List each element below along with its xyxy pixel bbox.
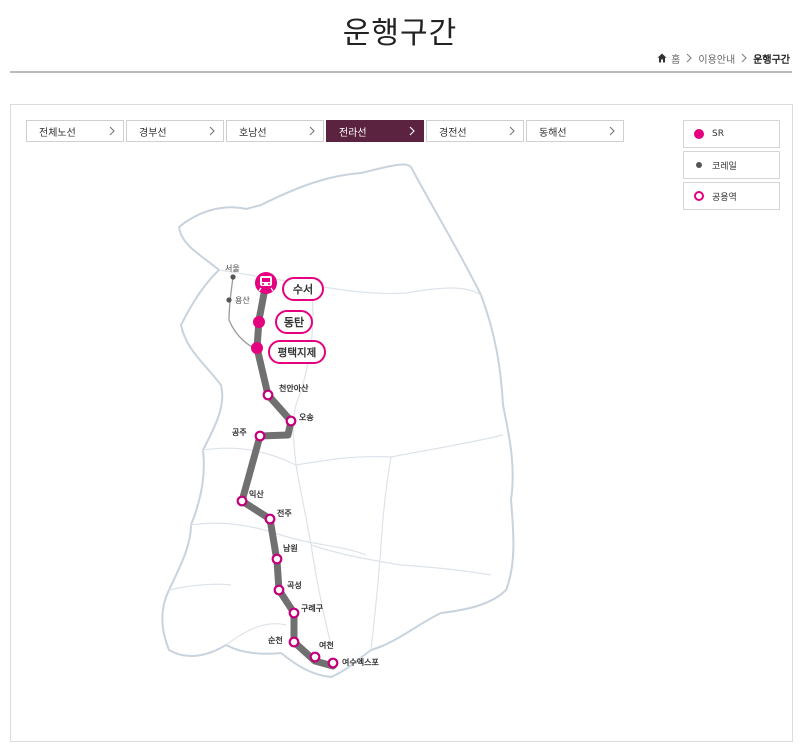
korail-station-dot bbox=[226, 297, 232, 303]
route-panel: 전체노선 경부선 호남선 전라선 경전선 동해선 SR 코레일 공용역 서울 용… bbox=[10, 104, 793, 742]
shared-station-guryegu[interactable] bbox=[288, 607, 300, 619]
shared-station-osong[interactable] bbox=[285, 415, 297, 427]
page-title: 운행구간 bbox=[342, 16, 458, 51]
route-map: 서울 용산 수서 동탄 평택지제 천안아산 오송 공주 익산 전주 남원 곡성 … bbox=[161, 163, 515, 678]
breadcrumb-home[interactable]: 홈 bbox=[671, 51, 680, 66]
shared-station-gongju[interactable] bbox=[254, 430, 266, 442]
breadcrumb-usage-guide[interactable]: 이용안내 bbox=[698, 51, 735, 66]
station-label-iksan: 익산 bbox=[249, 489, 264, 499]
station-label-jeonju: 전주 bbox=[277, 508, 292, 518]
breadcrumb: 홈 이용안내 운행구간 bbox=[657, 50, 790, 66]
home-icon[interactable] bbox=[657, 53, 667, 63]
station-label-yeosu-expo: 여수엑스포 bbox=[342, 657, 379, 667]
station-label-yeocheon: 여천 bbox=[319, 640, 334, 650]
station-label: 평택지제 bbox=[278, 346, 317, 359]
korail-station-label-seoul: 서울 bbox=[225, 264, 240, 273]
shared-station-jeonju[interactable] bbox=[264, 513, 276, 525]
station-label-gongju: 공주 bbox=[232, 428, 247, 437]
title-divider bbox=[10, 71, 792, 73]
station-label-osong: 오송 bbox=[299, 412, 314, 422]
shared-station-iksan[interactable] bbox=[236, 495, 248, 507]
map-outline bbox=[161, 163, 515, 678]
chevron-right-icon bbox=[686, 53, 693, 63]
station-label-cheonan-asan: 천안아산 bbox=[279, 383, 309, 393]
shared-station-yeosu-expo[interactable] bbox=[327, 657, 339, 669]
shared-station-gokseong[interactable] bbox=[273, 584, 285, 596]
shared-station-namwon[interactable] bbox=[271, 553, 283, 565]
station-label: 동탄 bbox=[284, 315, 304, 329]
station-label-guryegu: 구례구 bbox=[301, 603, 324, 613]
station-label-namwon: 남원 bbox=[283, 543, 298, 553]
shared-station-yeocheon[interactable] bbox=[309, 651, 321, 663]
breadcrumb-current: 운행구간 bbox=[753, 54, 790, 66]
korail-station-dot bbox=[230, 274, 236, 280]
korail-station-label-yongsan: 용산 bbox=[235, 295, 250, 305]
shared-station-suncheon[interactable] bbox=[288, 636, 300, 648]
station-label-suncheon: 순천 bbox=[268, 635, 283, 645]
shared-station-cheonan-asan[interactable] bbox=[262, 389, 274, 401]
chevron-right-icon bbox=[741, 53, 748, 63]
station-label-gokseong: 곡성 bbox=[287, 580, 302, 590]
station-label: 수서 bbox=[293, 282, 313, 296]
